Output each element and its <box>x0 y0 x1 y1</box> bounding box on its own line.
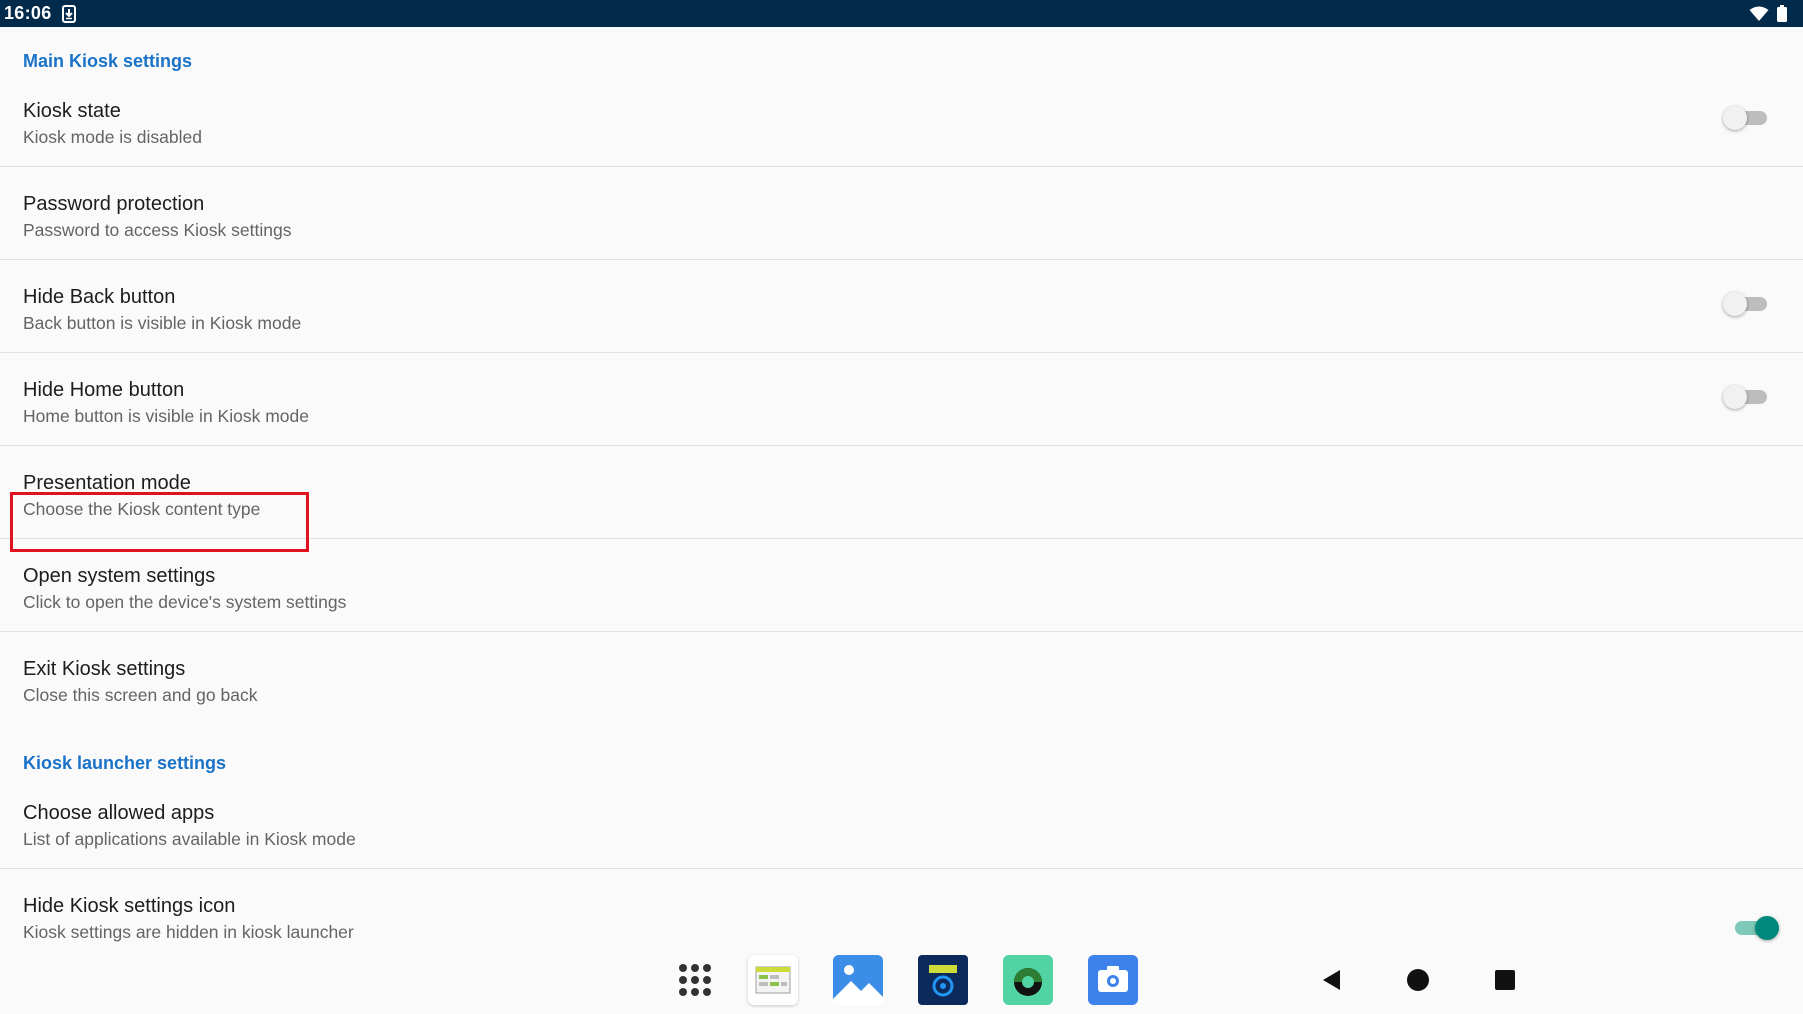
setting-title: Hide Kiosk settings icon <box>23 895 236 917</box>
setting-title: Password protection <box>23 193 205 215</box>
section-header-main: Main Kiosk settings <box>23 51 193 71</box>
status-time: 16:06 <box>4 3 52 23</box>
setting-title: Kiosk state <box>23 100 121 122</box>
battery-icon <box>1777 5 1787 22</box>
toggle-thumb <box>1723 385 1747 409</box>
setting-subtitle: Click to open the device's system settin… <box>23 592 347 612</box>
setting-title: Hide Home button <box>23 379 185 401</box>
hide-back-button-toggle[interactable] <box>1723 291 1767 317</box>
camera-app-icon[interactable] <box>1088 955 1138 1005</box>
setting-password-protection[interactable]: Password protection Password to access K… <box>0 167 1803 260</box>
setting-subtitle: Password to access Kiosk settings <box>23 220 292 240</box>
hide-kiosk-settings-icon-toggle[interactable] <box>1731 915 1779 941</box>
setting-subtitle: Back button is visible in Kiosk mode <box>23 313 302 333</box>
setting-hide-home-button[interactable]: Hide Home button Home button is visible … <box>0 353 1803 446</box>
setting-subtitle: List of applications available in Kiosk … <box>23 829 356 849</box>
setting-hide-kiosk-settings-icon[interactable]: Hide Kiosk settings icon Kiosk settings … <box>0 869 1803 962</box>
setting-subtitle: Close this screen and go back <box>23 685 258 705</box>
wifi-icon <box>1749 6 1769 22</box>
setting-subtitle: Kiosk mode is disabled <box>23 127 202 147</box>
bottom-dock <box>0 952 1803 1014</box>
setting-title: Choose allowed apps <box>23 802 215 824</box>
webcam-app-icon[interactable] <box>918 955 968 1005</box>
highlight-box <box>10 492 309 552</box>
kiosk-state-toggle[interactable] <box>1723 105 1767 131</box>
toggle-thumb <box>1755 916 1779 940</box>
back-icon[interactable] <box>1320 968 1344 997</box>
setting-hide-back-button[interactable]: Hide Back button Back button is visible … <box>0 260 1803 353</box>
section-header-launcher: Kiosk launcher settings <box>23 753 227 773</box>
home-icon[interactable] <box>1406 968 1430 997</box>
setting-open-system-settings[interactable]: Open system settings Click to open the d… <box>0 539 1803 632</box>
setting-subtitle: Home button is visible in Kiosk mode <box>23 406 309 426</box>
setting-title: Hide Back button <box>23 286 176 308</box>
setting-choose-allowed-apps[interactable]: Choose allowed apps List of applications… <box>0 776 1803 869</box>
status-bar: 16:06 <box>0 0 1803 27</box>
setting-title: Exit Kiosk settings <box>23 658 186 680</box>
setting-subtitle: Kiosk settings are hidden in kiosk launc… <box>23 922 354 942</box>
browser-app-icon[interactable] <box>1003 955 1053 1005</box>
toggle-thumb <box>1723 106 1747 130</box>
gallery-app-icon[interactable] <box>833 955 883 1005</box>
setting-exit-kiosk-settings[interactable]: Exit Kiosk settings Close this screen an… <box>0 632 1803 725</box>
setting-title: Open system settings <box>23 565 216 587</box>
toggle-thumb <box>1723 292 1747 316</box>
setting-kiosk-state[interactable]: Kiosk state Kiosk mode is disabled <box>0 74 1803 167</box>
app-drawer-icon[interactable] <box>670 955 720 1005</box>
recents-icon[interactable] <box>1494 969 1516 996</box>
hide-home-button-toggle[interactable] <box>1723 384 1767 410</box>
settings-list[interactable]: Main Kiosk settings Kiosk state Kiosk mo… <box>0 27 1803 952</box>
sheets-app-icon[interactable] <box>748 955 798 1005</box>
download-notification-icon <box>61 4 76 23</box>
